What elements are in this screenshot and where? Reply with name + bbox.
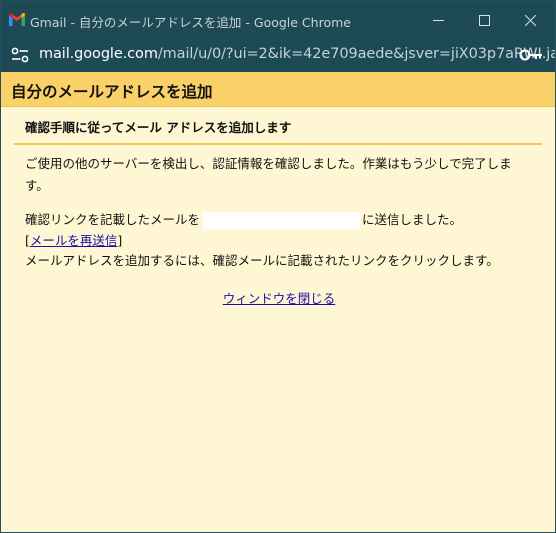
resend-line: [メールを再送信] xyxy=(25,232,122,250)
maximize-icon xyxy=(478,14,490,26)
address-bar[interactable]: mail.google.com/mail/u/0/?ui=2&ik=42e709… xyxy=(1,39,555,72)
close-window-row: ウィンドウを閉じる xyxy=(1,290,555,308)
confirm-suffix: に送信しました。 xyxy=(362,212,463,227)
resend-email-link[interactable]: メールを再送信 xyxy=(30,233,118,248)
redacted-email-address xyxy=(203,212,361,229)
close-window-button[interactable] xyxy=(507,1,553,39)
popup-window: Gmail - 自分のメールアドレスを追加 - Google Chrome ma… xyxy=(0,0,556,533)
close-icon xyxy=(524,14,536,26)
section-divider xyxy=(14,143,542,145)
title-bar[interactable]: Gmail - 自分のメールアドレスを追加 - Google Chrome xyxy=(1,1,555,39)
instruction-text: メールアドレスを追加するには、確認メールに記載されたリンクをクリックします。 xyxy=(25,253,499,268)
dialog-header: 自分のメールアドレスを追加 xyxy=(1,72,555,107)
close-window-link[interactable]: ウィンドウを閉じる xyxy=(223,291,336,306)
section-heading: 確認手順に従ってメール アドレスを追加します xyxy=(25,120,292,135)
minimize-icon xyxy=(432,19,444,21)
maximize-button[interactable] xyxy=(461,1,507,39)
url-text[interactable]: mail.google.com/mail/u/0/?ui=2&ik=42e709… xyxy=(39,46,556,62)
minimize-button[interactable] xyxy=(415,1,461,39)
key-icon[interactable] xyxy=(519,48,543,62)
gmail-icon xyxy=(9,13,25,26)
confirmation-message: 確認リンクを記載したメールを に送信しました。 xyxy=(25,210,462,230)
tune-icon[interactable] xyxy=(11,47,29,63)
resend-bracket-close: ] xyxy=(117,233,123,248)
url-domain: mail.google.com xyxy=(39,46,158,62)
window-title: Gmail - 自分のメールアドレスを追加 - Google Chrome xyxy=(30,15,351,30)
dialog-title: 自分のメールアドレスを追加 xyxy=(11,83,213,101)
url-path: /mail/u/0/?ui=2&ik=42e709aede&jsver=jiX0… xyxy=(157,46,556,62)
confirm-prefix: 確認リンクを記載したメールを xyxy=(25,212,201,227)
description-text: ご使用の他のサーバーを検出し、認証情報を確認しました。作業はもう少しで完了します… xyxy=(25,156,512,193)
